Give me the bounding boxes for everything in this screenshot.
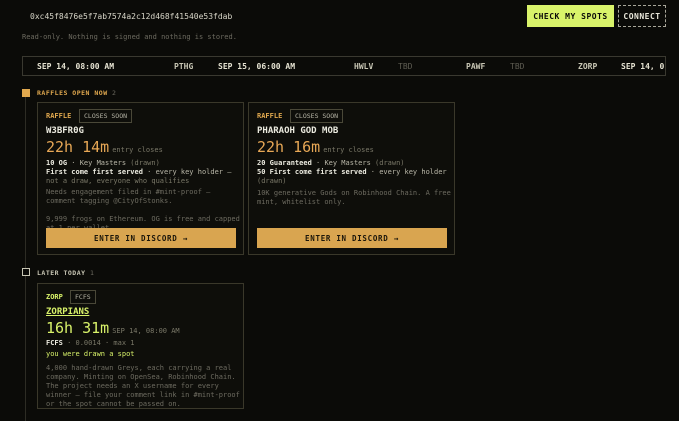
- card-description: Needs engagement filed in #mint-proof — …: [46, 188, 240, 232]
- card-tag: RAFFLE: [46, 112, 72, 120]
- section-marker-icon: [22, 89, 30, 97]
- card-title: W3BFR0G: [46, 126, 84, 136]
- section-count: 2: [112, 89, 117, 97]
- allocation-line: 10 OG · Key Masters (drawn): [46, 159, 160, 167]
- raffle-card: RAFFLE CLOSES SOON PHARAOH GOD MOB 22h 1…: [248, 102, 455, 255]
- allocation-rest: · Key Masters: [311, 159, 376, 167]
- card-title-link[interactable]: ZORPIANS: [46, 307, 89, 317]
- ticker-item[interactable]: SEP 14, 0: [621, 62, 664, 71]
- ticker-item[interactable]: ZORP: [578, 62, 597, 71]
- countdown-value: 22h 14m: [46, 138, 110, 156]
- allocation-line: 50 First come first served · every key h…: [257, 168, 447, 176]
- section-title-later: LATER TODAY 1: [37, 269, 94, 277]
- card-description: 4,000 hand-drawn Greys, each carrying a …: [46, 364, 240, 408]
- ticker-item[interactable]: SEP 14, 08:00 AM: [37, 62, 114, 71]
- countdown-label: entry closes: [323, 146, 374, 154]
- ticker-item: TBD: [510, 62, 525, 71]
- section-title-raffles: RAFFLES OPEN NOW 2: [37, 89, 116, 97]
- mint-details: · 0.0014 · max 1: [62, 339, 135, 347]
- countdown: 16h 31m SEP 14, 08:00 AM: [46, 319, 180, 337]
- countdown-label: SEP 14, 08:00 AM: [112, 327, 180, 335]
- allocation-note: (drawn): [257, 177, 287, 185]
- connect-button[interactable]: CONNECT: [618, 5, 666, 27]
- card-tag: ZORP: [46, 293, 63, 301]
- countdown-value: 22h 16m: [257, 138, 321, 156]
- read-only-note: Read-only. Nothing is signed and nothing…: [22, 33, 237, 41]
- allocation-line: 20 Guaranteed · Key Masters (drawn): [257, 159, 405, 167]
- allocation-muted: (drawn): [130, 159, 160, 167]
- section-title-text: RAFFLES OPEN NOW: [37, 89, 108, 97]
- mint-type: FCFS: [46, 339, 63, 347]
- section-marker-icon: [22, 268, 30, 276]
- ticker-item[interactable]: SEP 15, 06:00 AM: [218, 62, 295, 71]
- allocation-line: First come first served · every key hold…: [46, 168, 231, 176]
- mint-info-line: FCFS · 0.0014 · max 1: [46, 339, 135, 347]
- allocation-rest: · every key holder —: [142, 168, 232, 176]
- ticker-item: TBD: [398, 62, 413, 71]
- schedule-ticker: SEP 14, 08:00 AM PTHG SEP 15, 06:00 AM H…: [22, 56, 666, 76]
- drawn-status: you were drawn a spot: [46, 350, 135, 358]
- allocation-strong: First come first served: [46, 168, 143, 176]
- wallet-address-input[interactable]: 0xc45f8476e5f7ab7574a2c12d468f41540e53fd…: [22, 6, 522, 26]
- card-description: 10K generative Gods on Robinhood Chain. …: [257, 189, 451, 206]
- allocation-note: not a draw, everyone who qualifies: [46, 177, 190, 185]
- allocation-strong: 50 First come first served: [257, 168, 367, 176]
- card-tag: RAFFLE: [257, 112, 283, 120]
- card-title: PHARAOH GOD MOB: [257, 126, 339, 136]
- countdown: 22h 14m entry closes: [46, 138, 163, 156]
- allocation-rest: · every key holder: [366, 168, 447, 176]
- allocation-strong: 20 Guaranteed: [257, 159, 312, 167]
- check-my-spots-button[interactable]: CHECK MY SPOTS: [527, 5, 614, 27]
- countdown-label: entry closes: [112, 146, 163, 154]
- ticker-item[interactable]: HWLV: [354, 62, 373, 71]
- spot-card: ZORP FCFS ZORPIANS 16h 31m SEP 14, 08:00 …: [37, 283, 244, 409]
- countdown: 22h 16m entry closes: [257, 138, 374, 156]
- status-badge: FCFS: [70, 290, 96, 304]
- raffle-card: RAFFLE CLOSES SOON W3BFR0G 22h 14m entry …: [37, 102, 244, 255]
- allocation-rest: · Key Masters: [67, 159, 131, 167]
- section-count: 1: [89, 269, 95, 277]
- enter-in-discord-button[interactable]: ENTER IN DISCORD →: [46, 228, 236, 248]
- ticker-item[interactable]: PTHG: [174, 62, 193, 71]
- countdown-value: 16h 31m: [46, 319, 110, 337]
- ticker-item[interactable]: PAWF: [466, 62, 485, 71]
- section-title-text: LATER TODAY: [37, 269, 86, 277]
- allocation-muted: (drawn): [375, 159, 405, 167]
- status-badge: CLOSES SOON: [290, 109, 344, 123]
- allocation-strong: 10 OG: [46, 159, 68, 167]
- status-badge: CLOSES SOON: [79, 109, 133, 123]
- timeline-rail: [25, 97, 26, 421]
- enter-in-discord-button[interactable]: ENTER IN DISCORD →: [257, 228, 447, 248]
